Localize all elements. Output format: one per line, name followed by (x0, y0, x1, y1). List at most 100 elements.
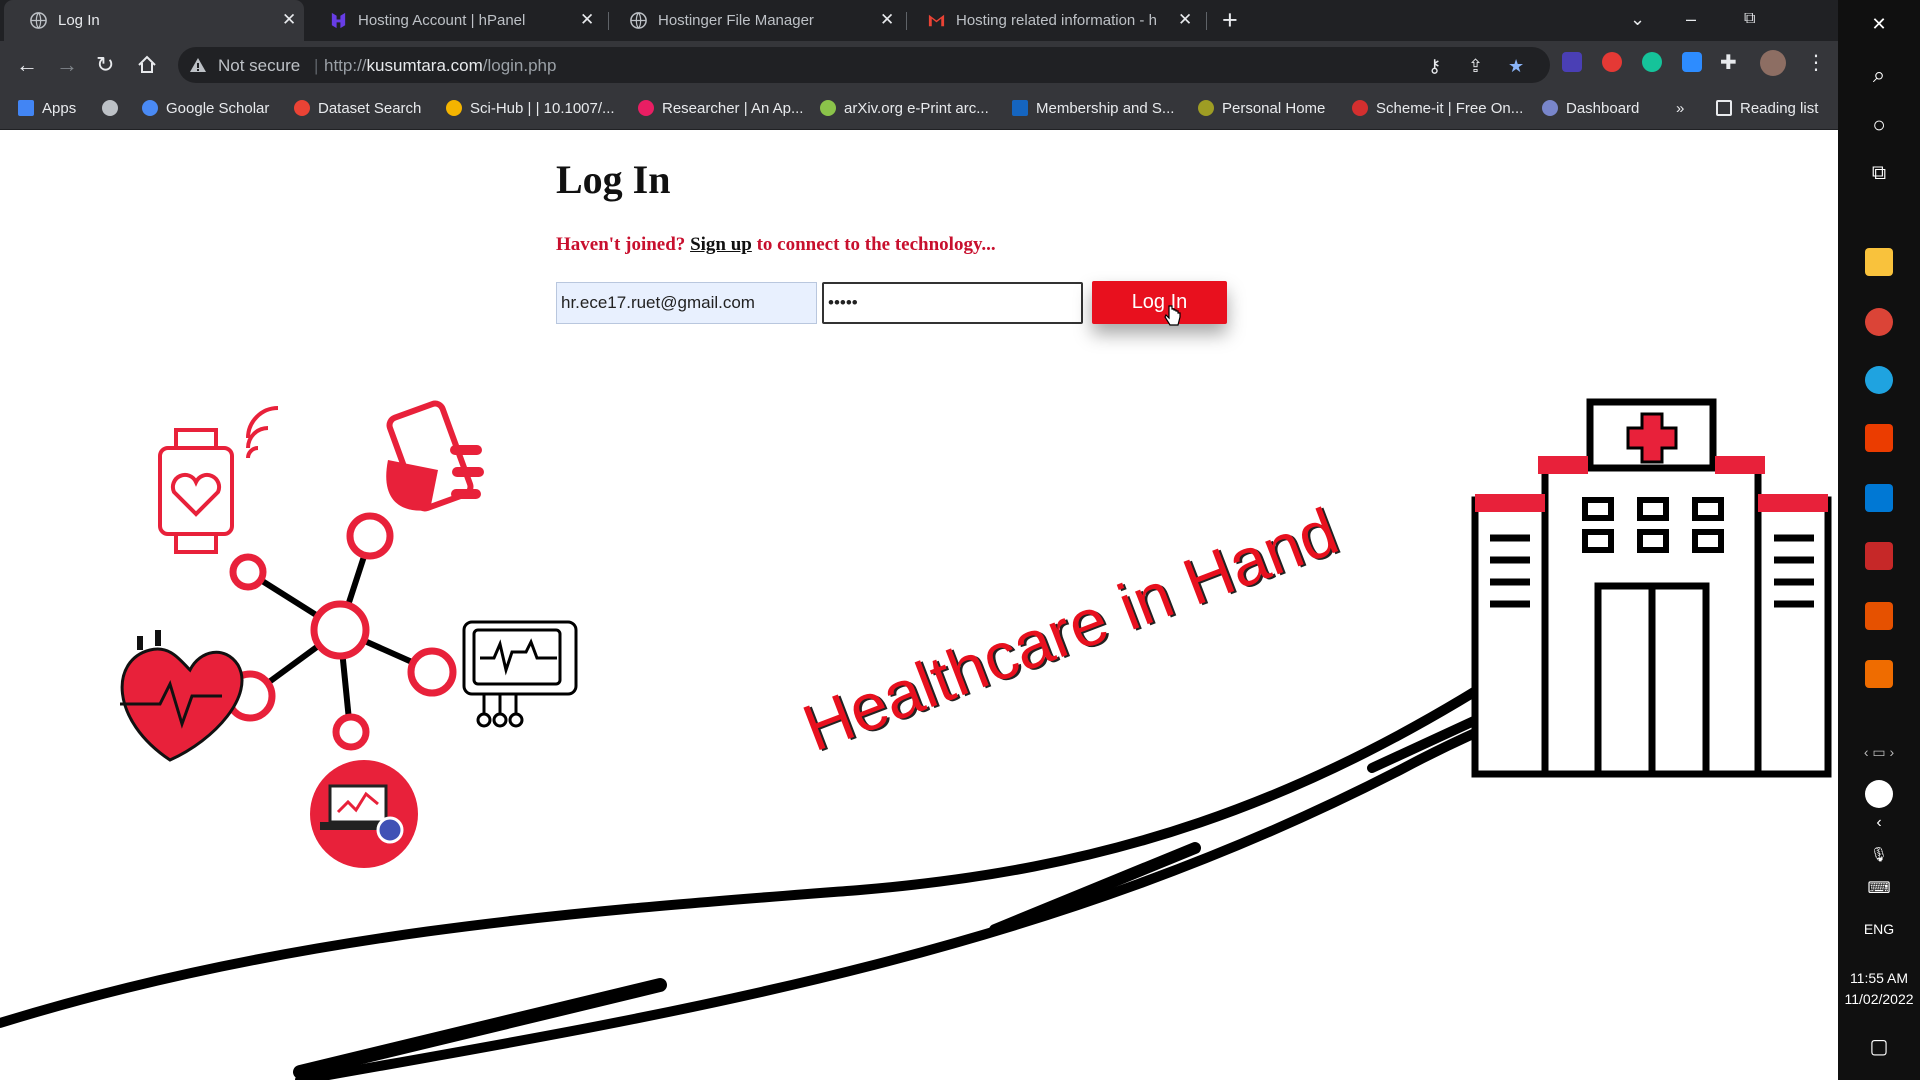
tab-label: Log In (58, 12, 100, 29)
heart-icon (120, 630, 244, 762)
security-label[interactable]: Not secure (218, 56, 300, 76)
bookmark-scheme-it[interactable]: Scheme-it | Free On... (1352, 100, 1523, 117)
address-bar[interactable]: Not secure | http://kusumtara.com/login.… (178, 47, 1550, 83)
close-icon[interactable]: ✕ (580, 10, 594, 30)
tab-search-icon[interactable]: ⌄ (1630, 8, 1645, 30)
bookmark-google-scholar[interactable]: Google Scholar (142, 100, 269, 117)
microphone-icon[interactable]: 🎙 (1838, 846, 1920, 863)
url-prefix: http:// (324, 56, 367, 75)
analytics-laptop-icon (310, 760, 418, 868)
new-tab-button[interactable]: + (1222, 6, 1238, 34)
bookmark-label: Dashboard (1566, 100, 1640, 117)
dashboard-icon (1542, 100, 1558, 116)
bookmark-star-icon[interactable]: ★ (1508, 56, 1524, 76)
chrome-icon[interactable] (1865, 308, 1893, 336)
bookmark-label: Sci-Hub | | 10.1007/... (470, 100, 615, 117)
bookmark-dataset-search[interactable]: Dataset Search (294, 100, 421, 117)
menu-icon[interactable]: ⋮ (1806, 51, 1826, 75)
arxiv-icon (820, 100, 836, 116)
password-input[interactable] (822, 282, 1083, 324)
scholar-icon (142, 100, 158, 116)
bookmarks-overflow[interactable]: » (1676, 100, 1684, 117)
tab-label: Hostinger File Manager (658, 12, 814, 29)
bookmark-researcher[interactable]: Researcher | An Ap... (638, 100, 803, 117)
email-input[interactable] (556, 282, 817, 324)
show-hidden-icon[interactable]: ‹ (1838, 814, 1920, 832)
puzzle-icon[interactable]: ✚ (1720, 51, 1737, 75)
matlab-icon[interactable] (1865, 602, 1893, 630)
reading-list[interactable]: Reading list (1716, 100, 1818, 117)
close-window-icon[interactable]: ✕ (1838, 14, 1920, 35)
extension-icon[interactable] (1562, 52, 1582, 72)
bookmark-arxiv[interactable]: arXiv.org e-Print arc... (820, 100, 989, 117)
app-e-icon[interactable] (1865, 660, 1893, 688)
close-icon[interactable]: ✕ (282, 10, 296, 30)
back-icon[interactable]: ← (16, 53, 38, 77)
scheme-it-icon (1352, 100, 1368, 116)
bookmark-personal-home[interactable]: Personal Home (1198, 100, 1325, 117)
close-icon[interactable]: ✕ (1178, 10, 1192, 30)
cortana-icon[interactable]: ○ (1838, 112, 1920, 138)
clock-time[interactable]: 11:55 AM (1838, 970, 1920, 986)
ieee-icon (1012, 100, 1028, 116)
hand-cursor-icon (1164, 305, 1181, 326)
office-icon[interactable] (1865, 424, 1893, 452)
signup-prompt-suffix: to connect to the technology... (756, 234, 996, 255)
login-button[interactable]: Log In (1092, 281, 1227, 324)
bookmark-dashboard[interactable]: Dashboard (1542, 100, 1639, 117)
bookmark-label: Scheme-it | Free On... (1376, 100, 1524, 117)
warning-icon[interactable] (188, 55, 208, 75)
globe-icon (30, 12, 47, 29)
signup-prompt: Haven't joined? Sign up to connect to th… (556, 234, 996, 256)
bookmark-ieee[interactable]: Membership and S... (1012, 100, 1174, 117)
taskbar-scroll[interactable]: ‹ ▭ › (1838, 744, 1920, 761)
tab-file-manager[interactable]: Hostinger File Manager ✕ (604, 0, 904, 41)
scihub-icon (446, 100, 462, 116)
url-text[interactable]: http://kusumtara.com/login.php (324, 56, 556, 76)
tab-hosting-account[interactable]: Hosting Account | hPanel ✕ (304, 0, 604, 41)
signup-link[interactable]: Sign up (690, 234, 752, 255)
grammarly-icon[interactable] (1642, 52, 1662, 72)
search-icon[interactable]: ⌕ (1838, 62, 1920, 88)
bookmark-label: Membership and S... (1036, 100, 1175, 117)
taskbar: ✕ ⌕ ○ ⧉ ‹ ▭ › ‹ 🎙 ⌨ ENG 11:55 AM 11/02/2… (1838, 0, 1920, 1080)
tab-log-in[interactable]: Log In ✕ (4, 0, 304, 41)
reading-list-label: Reading list (1740, 100, 1819, 117)
bookmark-apps[interactable]: Apps (18, 100, 76, 117)
signup-prompt-prefix: Haven't joined? (556, 234, 686, 255)
home-icon[interactable] (136, 54, 158, 76)
tab-label: Hosting Account | hPanel (358, 12, 526, 29)
help-icon[interactable] (1865, 780, 1893, 808)
restore-icon[interactable]: ⧉ (1744, 8, 1755, 30)
extension-icon[interactable] (1602, 52, 1622, 72)
share-icon[interactable]: ⇪ (1468, 56, 1483, 76)
zoom-icon[interactable] (1682, 52, 1702, 72)
language-indicator[interactable]: ENG (1838, 921, 1920, 937)
file-explorer-icon[interactable] (1865, 248, 1893, 276)
keyboard-icon[interactable]: ⌨ (1838, 878, 1920, 898)
reload-icon[interactable]: ↻ (96, 53, 114, 77)
clock-date[interactable]: 11/02/2022 (1838, 991, 1920, 1007)
notification-icon[interactable]: ▢ (1838, 1034, 1920, 1059)
minimize-icon[interactable]: – (1686, 8, 1696, 30)
illustration (0, 398, 1832, 1080)
tab-separator (1206, 12, 1207, 30)
close-icon[interactable]: ✕ (880, 10, 894, 30)
task-view-icon[interactable]: ⧉ (1838, 162, 1920, 185)
bookmark-sci-hub[interactable]: Sci-Hub | | 10.1007/... (446, 100, 615, 117)
globe-icon (630, 12, 647, 29)
bookmark-globe[interactable] (102, 100, 126, 117)
bookmark-label: Researcher | An Ap... (662, 100, 804, 117)
hostinger-icon (331, 12, 346, 29)
foxit-icon[interactable] (1865, 542, 1893, 570)
reading-list-icon (1716, 100, 1732, 116)
researcher-icon (638, 100, 654, 116)
bookmark-label: Google Scholar (166, 100, 270, 117)
tab-gmail[interactable]: Hosting related information - hr. ✕ (902, 0, 1202, 41)
mail-icon[interactable] (1865, 484, 1893, 512)
edge-icon[interactable] (1865, 366, 1893, 394)
bookmarks-bar: Apps Google Scholar Dataset Search Sci-H… (0, 90, 1838, 130)
key-icon[interactable]: ⚷ (1428, 56, 1441, 76)
avatar[interactable] (1760, 50, 1786, 76)
forward-icon[interactable]: → (56, 53, 78, 77)
